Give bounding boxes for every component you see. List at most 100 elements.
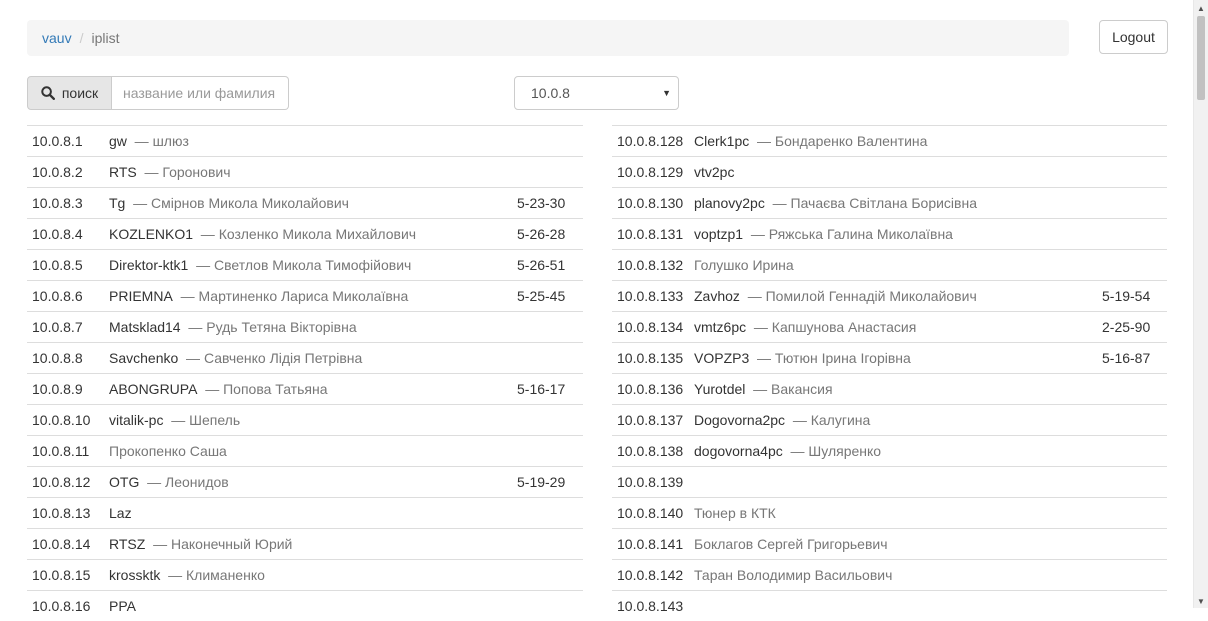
phone-extension: 5-26-28 bbox=[517, 219, 583, 250]
breadcrumb-current: iplist bbox=[91, 30, 119, 46]
owner-dash: — bbox=[188, 257, 214, 273]
host-cell bbox=[694, 591, 1102, 621]
phone-extension: 5-23-30 bbox=[517, 188, 583, 219]
subnet-selected-value: 10.0.8 bbox=[531, 85, 570, 101]
hostname: PPA bbox=[109, 598, 136, 614]
ip-address: 10.0.8.140 bbox=[612, 498, 694, 529]
vertical-scrollbar[interactable]: ▲ ▼ bbox=[1193, 0, 1208, 608]
ip-address: 10.0.8.2 bbox=[27, 157, 109, 188]
hostname: Tg bbox=[109, 195, 125, 211]
scroll-up-arrow-icon[interactable]: ▲ bbox=[1197, 4, 1205, 13]
ip-address: 10.0.8.130 bbox=[612, 188, 694, 219]
phone-extension bbox=[517, 343, 583, 374]
phone-extension bbox=[1102, 591, 1167, 621]
host-cell: PPA bbox=[109, 591, 517, 621]
table-row: 10.0.8.12OTG — Леонидов5-19-29 bbox=[27, 467, 583, 498]
breadcrumb-home-link[interactable]: vauv bbox=[42, 30, 72, 46]
table-row: 10.0.8.139 bbox=[612, 467, 1167, 498]
owner-dash: — bbox=[745, 381, 771, 397]
ip-address: 10.0.8.137 bbox=[612, 405, 694, 436]
phone-extension bbox=[1102, 436, 1167, 467]
table-row: 10.0.8.131voptzp1 — Ряжська Галина Микол… bbox=[612, 219, 1167, 250]
owner-name: Бондаренко Валентина bbox=[775, 133, 927, 149]
owner-dash: — bbox=[178, 350, 204, 366]
scrollbar-thumb[interactable] bbox=[1197, 16, 1205, 100]
ip-address: 10.0.8.131 bbox=[612, 219, 694, 250]
hostname: Clerk1pc bbox=[694, 133, 749, 149]
table-row: 10.0.8.133Zavhoz — Помилой Геннадій Мико… bbox=[612, 281, 1167, 312]
host-cell: Голушко Ирина bbox=[694, 250, 1102, 281]
phone-extension: 2-25-90 bbox=[1102, 312, 1167, 343]
table-row: 10.0.8.5Direktor-ktk1 — Светлов Микола Т… bbox=[27, 250, 583, 281]
host-cell: Тюнер в КТК bbox=[694, 498, 1102, 529]
owner-name: Голушко Ирина bbox=[694, 257, 794, 273]
breadcrumb: vauv / iplist bbox=[27, 20, 1069, 56]
phone-extension bbox=[1102, 219, 1167, 250]
host-cell: voptzp1 — Ряжська Галина Миколаївна bbox=[694, 219, 1102, 250]
hostname: dogovorna4pc bbox=[694, 443, 783, 459]
hostname: Laz bbox=[109, 505, 132, 521]
ip-address: 10.0.8.15 bbox=[27, 560, 109, 591]
owner-name: Тютюн Ірина Ігорівна bbox=[775, 350, 911, 366]
owner-name: Горонович bbox=[162, 164, 230, 180]
host-cell: planovy2pc — Пачаєва Світлана Борисівна bbox=[694, 188, 1102, 219]
ip-address: 10.0.8.12 bbox=[27, 467, 109, 498]
host-cell: Таран Володимир Васильович bbox=[694, 560, 1102, 591]
hostname: Direktor-ktk1 bbox=[109, 257, 188, 273]
hostname: gw bbox=[109, 133, 127, 149]
owner-name: Боклагов Сергей Григорьевич bbox=[694, 536, 888, 552]
host-cell: ABONGRUPA — Попова Татьяна bbox=[109, 374, 517, 405]
ip-address: 10.0.8.129 bbox=[612, 157, 694, 188]
subnet-select[interactable]: 10.0.8 ▼ bbox=[514, 76, 679, 110]
phone-extension bbox=[517, 591, 583, 621]
owner-name: Капшунова Анастасия bbox=[772, 319, 917, 335]
phone-extension: 5-26-51 bbox=[517, 250, 583, 281]
table-row: 10.0.8.143 bbox=[612, 591, 1167, 621]
host-cell: Zavhoz — Помилой Геннадій Миколайович bbox=[694, 281, 1102, 312]
table-row: 10.0.8.134vmtz6pc — Капшунова Анастасия2… bbox=[612, 312, 1167, 343]
search-button-label: поиск bbox=[62, 85, 98, 101]
table-row: 10.0.8.11Прокопенко Саша bbox=[27, 436, 583, 467]
ip-address: 10.0.8.133 bbox=[612, 281, 694, 312]
phone-extension: 5-19-54 bbox=[1102, 281, 1167, 312]
ip-address: 10.0.8.16 bbox=[27, 591, 109, 621]
owner-name: Тюнер в КТК bbox=[694, 505, 776, 521]
owner-name: Таран Володимир Васильович bbox=[694, 567, 892, 583]
table-row: 10.0.8.136Yurotdel — Вакансия bbox=[612, 374, 1167, 405]
owner-name: шлюз bbox=[153, 133, 189, 149]
hostname: OTG bbox=[109, 474, 139, 490]
search-input[interactable] bbox=[112, 76, 289, 110]
owner-dash: — bbox=[749, 350, 775, 366]
owner-name: Попова Татьяна bbox=[223, 381, 327, 397]
logout-button[interactable]: Logout bbox=[1099, 20, 1168, 54]
owner-dash: — bbox=[127, 133, 153, 149]
hostname: krossktk bbox=[109, 567, 160, 583]
scroll-down-arrow-icon[interactable]: ▼ bbox=[1197, 597, 1205, 606]
phone-extension bbox=[1102, 374, 1167, 405]
phone-extension bbox=[1102, 529, 1167, 560]
owner-name: Шепель bbox=[189, 412, 240, 428]
owner-name: Наконечный Юрий bbox=[171, 536, 292, 552]
host-cell: KOZLENKO1 — Козленко Микола Михайлович bbox=[109, 219, 517, 250]
phone-extension bbox=[517, 529, 583, 560]
phone-extension bbox=[517, 498, 583, 529]
owner-dash: — bbox=[137, 164, 163, 180]
ip-table-left: 10.0.8.1gw — шлюз10.0.8.2RTS — Горонович… bbox=[27, 125, 583, 621]
owner-name: Смірнов Микола Миколайович bbox=[151, 195, 349, 211]
ip-address: 10.0.8.135 bbox=[612, 343, 694, 374]
search-button[interactable]: поиск bbox=[27, 76, 112, 110]
ip-address: 10.0.8.4 bbox=[27, 219, 109, 250]
ip-address: 10.0.8.1 bbox=[27, 126, 109, 157]
ip-address: 10.0.8.6 bbox=[27, 281, 109, 312]
host-cell: Laz bbox=[109, 498, 517, 529]
owner-name: Пачаєва Світлана Борисівна bbox=[791, 195, 978, 211]
hostname: Yurotdel bbox=[694, 381, 745, 397]
host-cell: OTG — Леонидов bbox=[109, 467, 517, 498]
phone-extension bbox=[1102, 560, 1167, 591]
owner-name: Вакансия bbox=[771, 381, 832, 397]
host-cell: Clerk1pc — Бондаренко Валентина bbox=[694, 126, 1102, 157]
host-cell: vtv2pc bbox=[694, 157, 1102, 188]
ip-address: 10.0.8.13 bbox=[27, 498, 109, 529]
owner-dash: — bbox=[139, 474, 165, 490]
phone-extension bbox=[1102, 405, 1167, 436]
